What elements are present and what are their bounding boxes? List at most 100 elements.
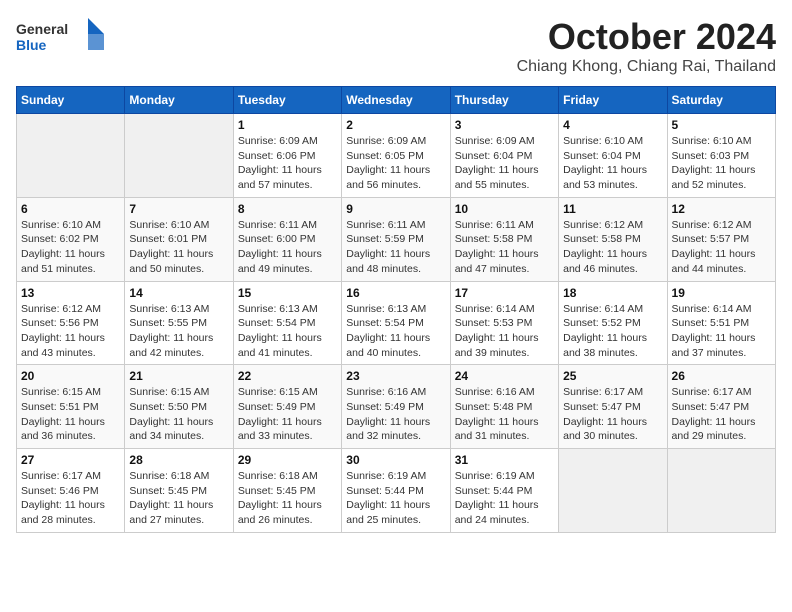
day-info: Sunrise: 6:18 AMSunset: 5:45 PMDaylight:… [238,469,337,528]
day-number: 20 [21,369,120,383]
col-header-wednesday: Wednesday [342,87,450,114]
calendar-cell: 27 Sunrise: 6:17 AMSunset: 5:46 PMDayligh… [17,449,125,533]
day-info: Sunrise: 6:10 AMSunset: 6:03 PMDaylight:… [672,134,771,193]
calendar-cell: 10Sunrise: 6:11 AMSunset: 5:58 PMDayligh… [450,197,558,281]
calendar-cell: 14 Sunrise: 6:13 AMSunset: 5:55 PMDayligh… [125,281,233,365]
calendar-cell: 2 Sunrise: 6:09 AMSunset: 6:05 PMDaylight… [342,114,450,198]
day-number: 14 [129,286,228,300]
calendar-cell: 5Sunrise: 6:10 AMSunset: 6:03 PMDaylight… [667,114,775,198]
day-number: 26 [672,369,771,383]
day-info: Sunrise: 6:15 AMSunset: 5:50 PMDaylight:… [129,385,228,444]
day-number: 17 [455,286,554,300]
calendar-cell: 30 Sunrise: 6:19 AMSunset: 5:44 PMDayligh… [342,449,450,533]
day-number: 19 [672,286,771,300]
day-info: Sunrise: 6:17 AMSunset: 5:47 PMDaylight:… [672,385,771,444]
calendar-cell: 18 Sunrise: 6:14 AMSunset: 5:52 PMDayligh… [559,281,667,365]
page-header: General Blue October 2024 Chiang Khong, … [16,16,776,76]
calendar-cell: 6Sunrise: 6:10 AMSunset: 6:02 PMDaylight… [17,197,125,281]
day-info: Sunrise: 6:09 AMSunset: 6:06 PMDaylight:… [238,134,337,193]
calendar-cell: 17 Sunrise: 6:14 AMSunset: 5:53 PMDayligh… [450,281,558,365]
day-info: Sunrise: 6:12 AMSunset: 5:58 PMDaylight:… [563,218,662,277]
calendar-cell [125,114,233,198]
calendar-cell: 21 Sunrise: 6:15 AMSunset: 5:50 PMDayligh… [125,365,233,449]
calendar-cell: 16 Sunrise: 6:13 AMSunset: 5:54 PMDayligh… [342,281,450,365]
col-header-saturday: Saturday [667,87,775,114]
logo: General Blue [16,16,106,61]
calendar-cell [17,114,125,198]
calendar-cell: 31 Sunrise: 6:19 AMSunset: 5:44 PMDayligh… [450,449,558,533]
calendar-cell: 22 Sunrise: 6:15 AMSunset: 5:49 PMDayligh… [233,365,341,449]
day-number: 8 [238,202,337,216]
day-number: 31 [455,453,554,467]
day-number: 22 [238,369,337,383]
day-number: 21 [129,369,228,383]
day-number: 2 [346,118,445,132]
calendar-cell: 11 Sunrise: 6:12 AMSunset: 5:58 PMDayligh… [559,197,667,281]
calendar-cell: 4Sunrise: 6:10 AMSunset: 6:04 PMDaylight… [559,114,667,198]
calendar-cell: 28 Sunrise: 6:18 AMSunset: 5:45 PMDayligh… [125,449,233,533]
calendar-cell: 12 Sunrise: 6:12 AMSunset: 5:57 PMDayligh… [667,197,775,281]
day-number: 25 [563,369,662,383]
day-info: Sunrise: 6:17 AMSunset: 5:46 PMDaylight:… [21,469,120,528]
calendar-cell: 1 Sunrise: 6:09 AMSunset: 6:06 PMDaylight… [233,114,341,198]
calendar-cell: 13Sunrise: 6:12 AMSunset: 5:56 PMDayligh… [17,281,125,365]
calendar-cell: 25 Sunrise: 6:17 AMSunset: 5:47 PMDayligh… [559,365,667,449]
day-info: Sunrise: 6:12 AMSunset: 5:56 PMDaylight:… [21,302,120,361]
day-info: Sunrise: 6:10 AMSunset: 6:01 PMDaylight:… [129,218,228,277]
calendar-cell: 15Sunrise: 6:13 AMSunset: 5:54 PMDayligh… [233,281,341,365]
day-info: Sunrise: 6:09 AMSunset: 6:04 PMDaylight:… [455,134,554,193]
calendar-cell: 29 Sunrise: 6:18 AMSunset: 5:45 PMDayligh… [233,449,341,533]
day-number: 24 [455,369,554,383]
col-header-tuesday: Tuesday [233,87,341,114]
day-info: Sunrise: 6:14 AMSunset: 5:51 PMDaylight:… [672,302,771,361]
day-number: 16 [346,286,445,300]
svg-text:General: General [16,21,68,37]
calendar-cell: 3 Sunrise: 6:09 AMSunset: 6:04 PMDaylight… [450,114,558,198]
col-header-monday: Monday [125,87,233,114]
calendar-cell: 26 Sunrise: 6:17 AMSunset: 5:47 PMDayligh… [667,365,775,449]
calendar-cell: 23Sunrise: 6:16 AMSunset: 5:49 PMDayligh… [342,365,450,449]
day-number: 1 [238,118,337,132]
day-info: Sunrise: 6:17 AMSunset: 5:47 PMDaylight:… [563,385,662,444]
day-info: Sunrise: 6:09 AMSunset: 6:05 PMDaylight:… [346,134,445,193]
page-subtitle: Chiang Khong, Chiang Rai, Thailand [517,58,776,76]
day-number: 29 [238,453,337,467]
col-header-friday: Friday [559,87,667,114]
calendar-cell [667,449,775,533]
calendar-cell: 24Sunrise: 6:16 AMSunset: 5:48 PMDayligh… [450,365,558,449]
calendar-cell: 8 Sunrise: 6:11 AMSunset: 6:00 PMDaylight… [233,197,341,281]
day-number: 30 [346,453,445,467]
day-number: 18 [563,286,662,300]
calendar-cell: 20 Sunrise: 6:15 AMSunset: 5:51 PMDayligh… [17,365,125,449]
day-number: 12 [672,202,771,216]
day-number: 27 [21,453,120,467]
col-header-thursday: Thursday [450,87,558,114]
day-info: Sunrise: 6:18 AMSunset: 5:45 PMDaylight:… [129,469,228,528]
day-info: Sunrise: 6:19 AMSunset: 5:44 PMDaylight:… [455,469,554,528]
day-number: 6 [21,202,120,216]
day-number: 23 [346,369,445,383]
calendar-cell [559,449,667,533]
title-block: October 2024 Chiang Khong, Chiang Rai, T… [517,16,776,76]
calendar-table: SundayMondayTuesdayWednesdayThursdayFrid… [16,86,776,533]
day-info: Sunrise: 6:12 AMSunset: 5:57 PMDaylight:… [672,218,771,277]
day-number: 15 [238,286,337,300]
day-info: Sunrise: 6:11 AMSunset: 6:00 PMDaylight:… [238,218,337,277]
day-info: Sunrise: 6:14 AMSunset: 5:53 PMDaylight:… [455,302,554,361]
day-info: Sunrise: 6:19 AMSunset: 5:44 PMDaylight:… [346,469,445,528]
day-number: 28 [129,453,228,467]
day-number: 11 [563,202,662,216]
calendar-cell: 7Sunrise: 6:10 AMSunset: 6:01 PMDaylight… [125,197,233,281]
day-info: Sunrise: 6:14 AMSunset: 5:52 PMDaylight:… [563,302,662,361]
day-info: Sunrise: 6:15 AMSunset: 5:51 PMDaylight:… [21,385,120,444]
svg-text:Blue: Blue [16,37,47,53]
day-info: Sunrise: 6:13 AMSunset: 5:54 PMDaylight:… [346,302,445,361]
day-info: Sunrise: 6:15 AMSunset: 5:49 PMDaylight:… [238,385,337,444]
day-info: Sunrise: 6:10 AMSunset: 6:04 PMDaylight:… [563,134,662,193]
day-number: 10 [455,202,554,216]
logo-icon: General Blue [16,16,106,61]
calendar-cell: 9Sunrise: 6:11 AMSunset: 5:59 PMDaylight… [342,197,450,281]
day-number: 3 [455,118,554,132]
day-info: Sunrise: 6:13 AMSunset: 5:55 PMDaylight:… [129,302,228,361]
col-header-sunday: Sunday [17,87,125,114]
